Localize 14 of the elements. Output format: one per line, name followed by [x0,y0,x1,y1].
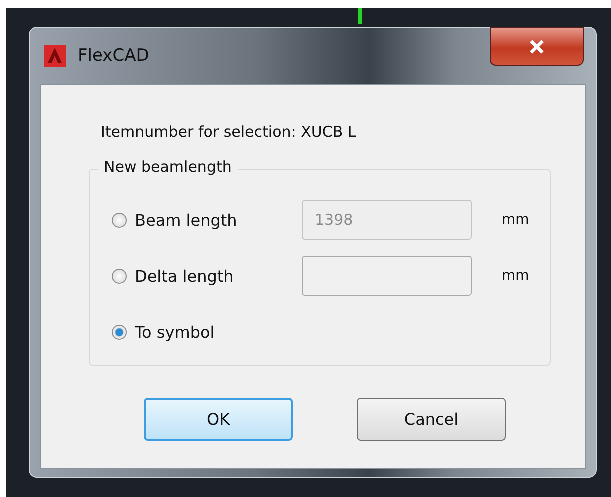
dialog-button[interactable]: Cancel [357,398,506,441]
unit-label: mm [502,268,530,284]
group-title: New beamlength [98,158,238,176]
dialog-button[interactable]: OK [144,398,293,441]
close-icon [529,40,545,54]
unit-label: mm [502,212,530,228]
close-button[interactable] [490,27,584,66]
radio-option[interactable]: To symbol [112,322,302,342]
app-logo-icon [44,45,66,67]
input-field[interactable] [302,256,472,296]
prompt-text: Itemnumber for selection: XUCB L [101,123,358,141]
radio-option[interactable]: Delta length [112,266,302,286]
window-title: FlexCAD [78,46,150,66]
crosshair-mark [358,8,362,24]
